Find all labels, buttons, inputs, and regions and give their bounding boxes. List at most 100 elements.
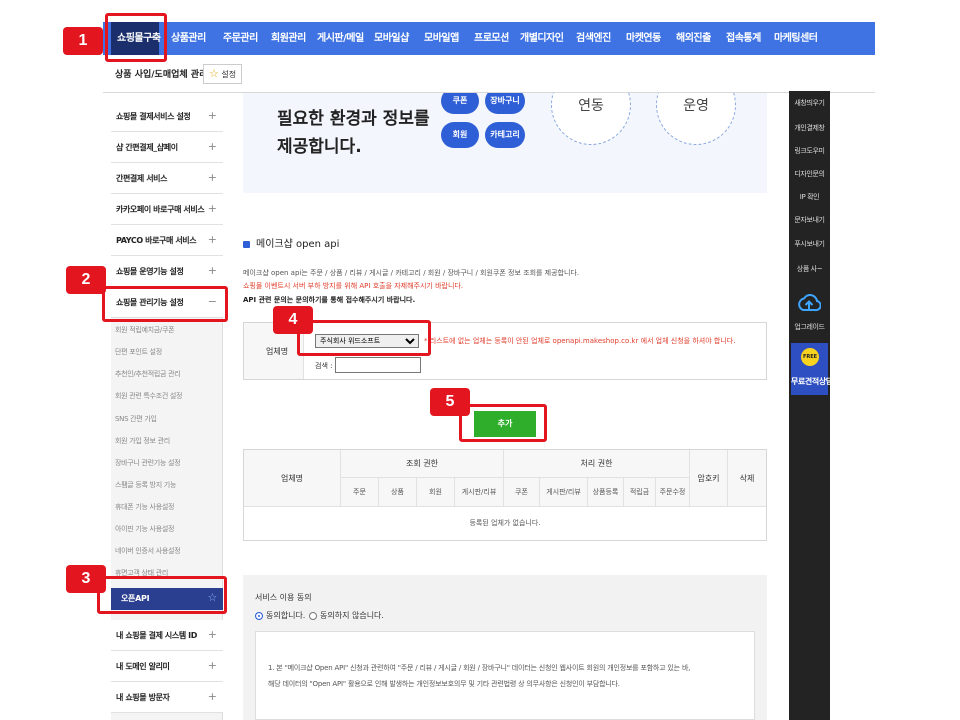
favorite-button[interactable]: ☆ 설정 [203, 64, 243, 84]
sidebar-item-payment-id[interactable]: 내 쇼핑몰 결제 시스템 ID + [111, 620, 223, 651]
col-read: 게시판/리뷰 [455, 478, 504, 507]
sidebar-item-label: 샵 간편결제_샵페이 [116, 143, 178, 152]
free-badge: FREE [801, 348, 819, 366]
nav-market[interactable]: 마켓연동 [626, 22, 661, 55]
radio-icon [309, 611, 317, 620]
sidebar-subitem[interactable]: 아이핀 기능 사용설정 [115, 524, 174, 534]
nav-mobile-app[interactable]: 모바일앱 [424, 22, 459, 55]
screenshot: 쇼핑몰구축 상품관리 주문관리 회원관리 게시판/메일 모바일샵 모바일앱 프로… [0, 0, 960, 720]
sidebar-item-label: 쇼핑몰 결제서비스 설정 [116, 112, 191, 121]
sidebar-item-payment[interactable]: 쇼핑몰 결제서비스 설정 + [111, 101, 223, 132]
col-read: 주문 [341, 478, 379, 507]
sidebar-item-label: PAYCO 바로구매 서비스 [116, 236, 197, 245]
rail-item[interactable]: 새창띄우기 [789, 98, 830, 108]
plus-icon: + [207, 202, 217, 215]
agreement-title: 서비스 이용 동의 [255, 593, 312, 602]
terms-box[interactable]: 1. 본 "메이크샵 Open API" 신청과 관련하여 "주문 / 리뷰 /… [255, 631, 755, 720]
banner-circle: 운영 [656, 93, 736, 145]
plus-icon: + [207, 109, 217, 122]
agree-no-label: 동의하지 않습니다. [320, 611, 384, 620]
col-secret: 암호키 [690, 450, 728, 507]
nav-search-engine[interactable]: 검색엔진 [576, 22, 611, 55]
plus-icon: + [207, 140, 217, 153]
page-title: 상품 사입/도매업체 관리 [115, 70, 208, 80]
group-read: 조회 권한 [341, 450, 504, 478]
rail-item[interactable]: 개인결제창 [789, 123, 830, 133]
sidebar-subitem[interactable]: 장바구니 관련기능 설정 [115, 458, 181, 468]
agree-no-radio[interactable]: 동의하지 않습니다. [309, 610, 384, 621]
agree-yes-radio[interactable]: 동의합니다. [255, 610, 305, 621]
plus-icon: + [207, 690, 217, 703]
top-navigation: 쇼핑몰구축 상품관리 주문관리 회원관리 게시판/메일 모바일샵 모바일앱 프로… [103, 22, 875, 55]
col-process: 적립금 [624, 478, 656, 507]
sidebar-subitem[interactable]: 스팸글 등록 방지 기능 [115, 480, 176, 490]
sidebar-item-label: 카카오페이 바로구매 서비스 [116, 205, 205, 214]
empty-message: 등록된 업체가 없습니다. [469, 519, 541, 527]
nav-product[interactable]: 상품관리 [171, 22, 206, 55]
sidebar-item-label: 내 도메인 알리미 [116, 662, 170, 671]
terms-line: 해당 데이터의 "Open API" 활용으로 인해 발생하는 개인정보보호의무… [268, 680, 620, 688]
upgrade-label[interactable]: 업그레이드 [789, 322, 830, 332]
plus-icon: + [207, 171, 217, 184]
sidebar-item-payco[interactable]: PAYCO 바로구매 서비스 + [111, 225, 223, 256]
rail-item[interactable]: 푸시보내기 [789, 239, 830, 249]
rail-item[interactable]: 디자인문의 [789, 169, 830, 179]
nav-statistics[interactable]: 접속통계 [726, 22, 761, 55]
search-input[interactable] [335, 357, 421, 373]
nav-mobile-shop[interactable]: 모바일샵 [374, 22, 409, 55]
sidebar-item-label: 쇼핑몰 운영기능 설정 [116, 267, 184, 276]
sidebar-subitem[interactable]: 네이버 인증서 사용설정 [115, 546, 181, 556]
rail-item[interactable]: IP 확인 [789, 192, 830, 202]
sidebar-subitem[interactable]: 회원 적립예치금/쿠폰 [115, 325, 175, 335]
sidebar-item-domain[interactable]: 내 도메인 알리미 + [111, 651, 223, 682]
favorite-label: 설정 [221, 70, 237, 79]
callout-badge-2: 2 [66, 266, 106, 294]
col-process: 쿠폰 [504, 478, 540, 507]
upgrade-icon[interactable] [797, 292, 821, 316]
callout-badge-4: 4 [273, 306, 313, 334]
sidebar-item-easypay[interactable]: 간편결제 서비스 + [111, 163, 223, 194]
sidebar-item-operation[interactable]: 쇼핑몰 운영기능 설정 + [111, 256, 223, 287]
right-quick-menu: 새창띄우기 개인결제창 링크도우미 디자인문의 IP 확인 문자보내기 푸시보내… [789, 91, 833, 720]
col-process: 주문수정 [656, 478, 690, 507]
sidebar-item-shoppay[interactable]: 샵 간편결제_샵페이 + [111, 132, 223, 163]
rail-item[interactable]: 상품 사~ [789, 264, 830, 274]
rail-item[interactable]: 문자보내기 [789, 215, 830, 225]
sidebar-subitem[interactable]: 회원 관련 특수조건 설정 [115, 391, 182, 401]
col-read: 회원 [417, 478, 455, 507]
highlight-open-api [97, 576, 227, 614]
sidebar-subitem[interactable]: 회원 가입 정보 관리 [115, 436, 170, 446]
banner-line: 제공합니다. [277, 137, 362, 157]
sidebar-subitem[interactable]: 추천인/추천적립금 관리 [115, 369, 181, 379]
nav-overseas[interactable]: 해외진출 [676, 22, 711, 55]
sidebar-item-label: 간편결제 서비스 [116, 174, 168, 183]
nav-custom-design[interactable]: 개별디자인 [520, 22, 564, 55]
col-delete: 삭제 [728, 450, 766, 507]
rail-item[interactable]: 링크도우미 [789, 146, 830, 156]
free-consult-label: 무료견적상담 [791, 377, 833, 386]
free-consult-button[interactable]: FREE 무료견적상담 [791, 343, 833, 395]
nav-member[interactable]: 회원관리 [271, 22, 306, 55]
sidebar-subitem[interactable]: 단편 포인트 설정 [115, 347, 162, 357]
col-read: 상품 [379, 478, 417, 507]
nav-order[interactable]: 주문관리 [223, 22, 258, 55]
nav-promotion[interactable]: 프로모션 [474, 22, 509, 55]
section-title-text: 메이크샵 open api [256, 239, 340, 250]
sidebar-item-visitors[interactable]: 내 쇼핑몰 방문자 + [111, 682, 223, 713]
banner-text: 필요한 환경과 정보를 제공합니다. [277, 105, 430, 161]
radio-selected-icon [255, 611, 263, 620]
plus-icon: + [207, 659, 217, 672]
nav-board-mail[interactable]: 게시판/메일 [317, 22, 364, 55]
highlight-add-button [459, 404, 547, 442]
col-process: 게시판/리뷰 [540, 478, 588, 507]
description: 메이크샵 open api는 주문 / 상품 / 리뷰 / 게시글 / 카테고리… [243, 269, 580, 277]
callout-badge-3: 3 [66, 565, 106, 593]
sidebar-subitem[interactable]: 휴대폰 기능 사용설정 [115, 502, 174, 512]
sidebar-item-kakaopay[interactable]: 카카오페이 바로구매 서비스 + [111, 194, 223, 225]
bullet-icon [243, 240, 250, 248]
callout-badge-5: 5 [430, 388, 470, 416]
banner-line: 필요한 환경과 정보를 [277, 109, 430, 129]
nav-marketing[interactable]: 마케팅센터 [774, 22, 818, 55]
sidebar-subitem[interactable]: SNS 간편 가입 [115, 414, 157, 424]
service-agreement: 서비스 이용 동의 동의합니다. 동의하지 않습니다. 1. 본 "메이크샵 O… [243, 575, 767, 720]
